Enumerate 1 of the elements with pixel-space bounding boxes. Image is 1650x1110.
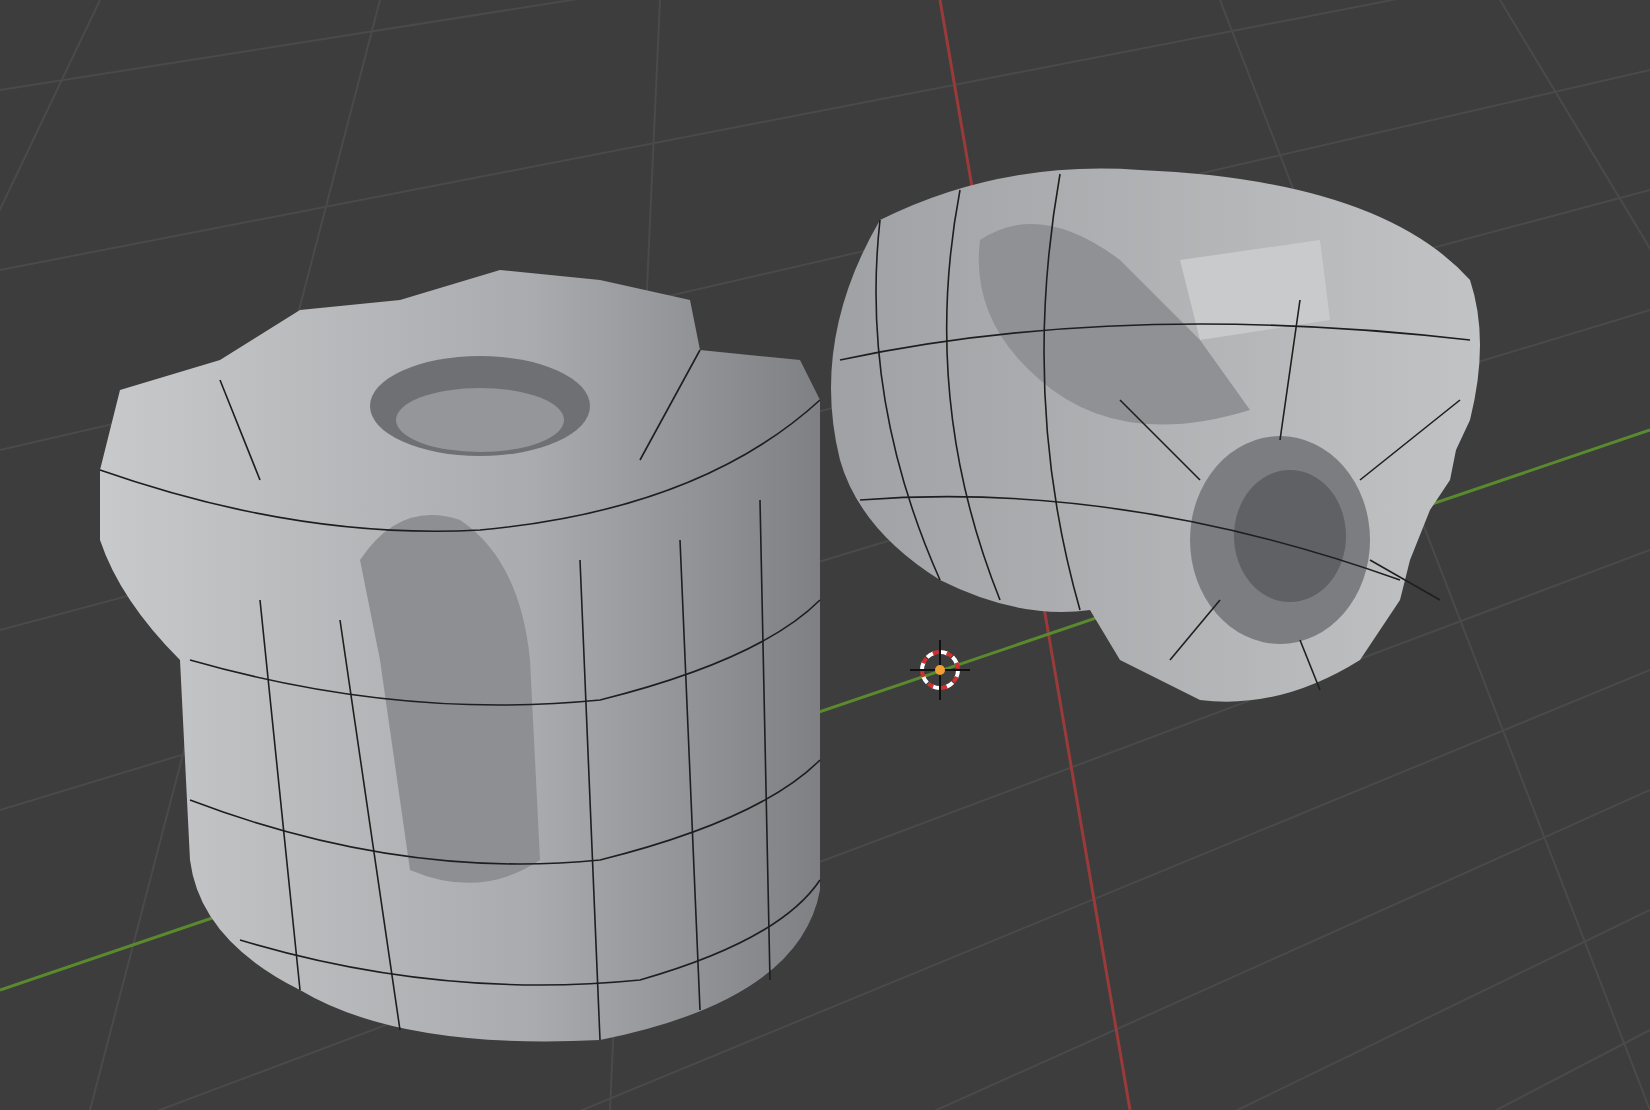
crosshair-cursor-icon <box>909 639 971 701</box>
